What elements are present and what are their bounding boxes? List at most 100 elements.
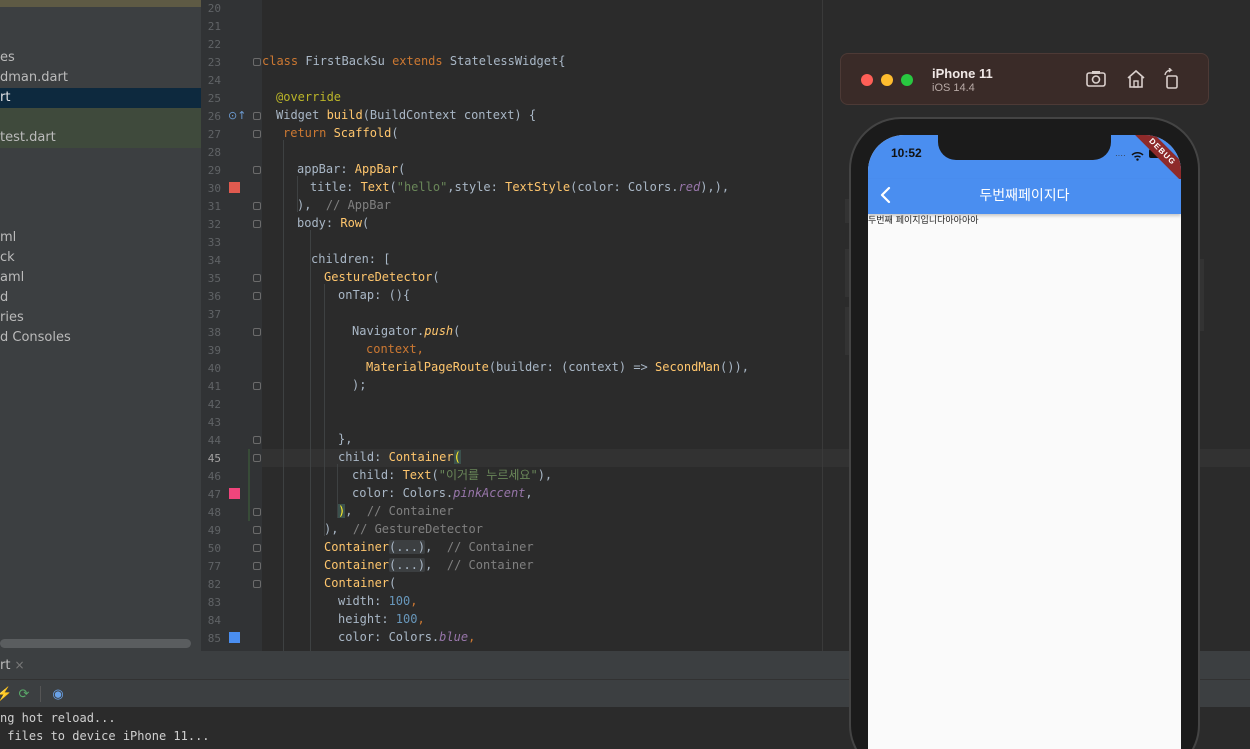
close-window-button[interactable] bbox=[861, 74, 873, 86]
line-number: 35 bbox=[207, 272, 221, 285]
volume-down-button[interactable] bbox=[845, 307, 849, 355]
color-swatch-pink-accent[interactable] bbox=[229, 488, 240, 499]
code-line: GestureDetector( bbox=[324, 270, 440, 284]
fold-icon[interactable] bbox=[253, 508, 261, 516]
line-number: 46 bbox=[207, 470, 221, 483]
tree-item[interactable] bbox=[0, 168, 201, 188]
project-panel: es dman.dart rt test.dart ml ck aml d ri… bbox=[0, 0, 201, 651]
code-line: @override bbox=[276, 90, 342, 104]
tree-item[interactable] bbox=[0, 188, 201, 208]
home-icon[interactable] bbox=[1125, 68, 1147, 90]
screenshot-icon[interactable] bbox=[1085, 68, 1107, 90]
code-line: onTap: (){ bbox=[338, 288, 411, 302]
line-number: 47 bbox=[207, 488, 221, 501]
code-line: Container(...), // Container bbox=[324, 558, 534, 572]
code-line: color: Colors.pinkAccent, bbox=[352, 486, 533, 500]
code-line: ), // AppBar bbox=[297, 198, 391, 212]
console-output: ng hot reload... files to device iPhone … bbox=[0, 709, 210, 745]
code-line: Navigator.push( bbox=[352, 324, 461, 338]
code-line: }, bbox=[338, 432, 353, 446]
fold-icon[interactable] bbox=[253, 454, 261, 462]
fold-icon[interactable] bbox=[253, 328, 261, 336]
minimize-window-button[interactable] bbox=[881, 74, 893, 86]
fold-icon[interactable] bbox=[253, 544, 261, 552]
right-margin-guide bbox=[822, 0, 823, 651]
volume-up-button[interactable] bbox=[845, 249, 849, 297]
fold-icon[interactable] bbox=[253, 436, 261, 444]
fold-icon[interactable] bbox=[253, 220, 261, 228]
notch bbox=[938, 135, 1111, 160]
line-number: 42 bbox=[207, 398, 221, 411]
fold-icon[interactable] bbox=[253, 526, 261, 534]
run-tab[interactable]: rt × bbox=[0, 651, 33, 679]
line-number: 29 bbox=[207, 164, 221, 177]
line-number: 24 bbox=[207, 74, 221, 87]
signal-icon: ···· bbox=[1115, 151, 1126, 160]
tree-item[interactable]: d Consoles bbox=[0, 328, 201, 348]
fold-icon[interactable] bbox=[253, 292, 261, 300]
tree-item[interactable] bbox=[0, 108, 201, 128]
code-line: class FirstBackSu extends StatelessWidge… bbox=[262, 54, 566, 68]
line-number: 43 bbox=[207, 416, 221, 429]
zoom-window-button[interactable] bbox=[901, 74, 913, 86]
tree-item[interactable]: es bbox=[0, 48, 201, 68]
wifi-icon bbox=[1131, 148, 1144, 166]
tree-item[interactable]: d bbox=[0, 288, 201, 308]
flutter-hot-reload-icon[interactable]: ⚡ bbox=[0, 686, 12, 702]
editor-gutter: 20 21 22 23 24 25 26 27 28 29 30 31 32 33 34 35 36 37 38 39… bbox=[201, 0, 262, 651]
line-number: 36 bbox=[207, 290, 221, 303]
toolbar-separator bbox=[40, 686, 41, 702]
tree-item[interactable]: ries bbox=[0, 308, 201, 328]
code-line: body: Row( bbox=[297, 216, 370, 230]
devtools-icon[interactable]: ◉ bbox=[50, 686, 66, 702]
fold-icon[interactable] bbox=[253, 112, 261, 120]
line-number: 82 bbox=[207, 578, 221, 591]
project-horizontal-scrollbar[interactable] bbox=[0, 639, 191, 648]
line-number: 45 bbox=[207, 452, 221, 465]
tree-item[interactable]: dman.dart bbox=[0, 68, 201, 88]
tree-item-selected[interactable]: rt bbox=[0, 88, 201, 108]
tree-item[interactable]: ml bbox=[0, 228, 201, 248]
fold-icon[interactable] bbox=[253, 382, 261, 390]
code-line: width: 100, bbox=[338, 594, 418, 608]
hot-restart-icon[interactable]: ⟳ bbox=[16, 686, 32, 702]
line-number: 28 bbox=[207, 146, 221, 159]
line-number: 48 bbox=[207, 506, 221, 519]
line-number: 84 bbox=[207, 614, 221, 627]
side-button[interactable] bbox=[1200, 259, 1204, 331]
line-number: 32 bbox=[207, 218, 221, 231]
tree-item[interactable] bbox=[0, 208, 201, 228]
tree-item[interactable] bbox=[0, 148, 201, 168]
fold-icon[interactable] bbox=[253, 202, 261, 210]
fold-icon[interactable] bbox=[253, 274, 261, 282]
line-number: 37 bbox=[207, 308, 221, 321]
line-number: 34 bbox=[207, 254, 221, 267]
line-number: 33 bbox=[207, 236, 221, 249]
code-line: return Scaffold( bbox=[283, 126, 399, 140]
code-line: title: Text("hello",style: TextStyle(col… bbox=[310, 180, 730, 194]
status-time: 10:52 bbox=[891, 146, 922, 160]
project-header-strip bbox=[0, 0, 201, 7]
fold-icon[interactable] bbox=[253, 580, 261, 588]
rotate-icon[interactable] bbox=[1161, 67, 1183, 90]
close-icon[interactable]: × bbox=[14, 658, 24, 672]
tree-item[interactable]: ck bbox=[0, 248, 201, 268]
line-number: 40 bbox=[207, 362, 221, 375]
project-tree: es dman.dart rt test.dart ml ck aml d ri… bbox=[0, 48, 201, 348]
fold-icon[interactable] bbox=[253, 166, 261, 174]
vcs-change-marker[interactable] bbox=[248, 449, 250, 521]
console-line: ng hot reload... bbox=[0, 711, 116, 725]
tree-item[interactable]: aml bbox=[0, 268, 201, 288]
device-screen[interactable]: 10:52 ···· DEBUG 두번째페이지다 두번째 페이지입니다아아아아 bbox=[868, 135, 1181, 749]
color-swatch-blue[interactable] bbox=[229, 632, 240, 643]
code-line: color: Colors.blue, bbox=[338, 630, 476, 644]
simulator-titlebar[interactable]: iPhone 11 iOS 14.4 bbox=[840, 53, 1209, 105]
page-body-text: 두번째 페이지입니다아아아아 bbox=[868, 216, 979, 226]
color-swatch-red[interactable] bbox=[229, 182, 240, 193]
fold-icon[interactable] bbox=[253, 58, 261, 66]
tree-item[interactable]: test.dart bbox=[0, 128, 201, 148]
override-icon[interactable]: ⊙↑ bbox=[228, 109, 246, 122]
fold-icon[interactable] bbox=[253, 130, 261, 138]
fold-icon[interactable] bbox=[253, 562, 261, 570]
code-line: context, bbox=[366, 342, 424, 356]
